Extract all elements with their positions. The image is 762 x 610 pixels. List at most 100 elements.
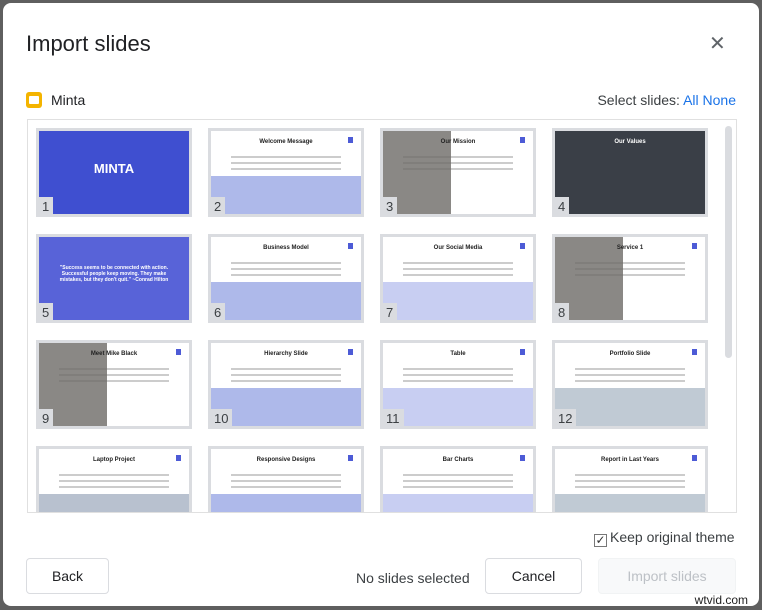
slide-graphic xyxy=(383,388,533,426)
slide-thumbnail[interactable]: Meet Mike Black 9 xyxy=(36,340,192,429)
slide-title: Business Model xyxy=(263,245,309,251)
slide-thumbnail[interactable]: "Success seems to be connected with acti… xyxy=(36,234,192,323)
slide-title: MINTA xyxy=(93,161,135,176)
select-slides-label: Select slides: xyxy=(597,92,680,108)
text-placeholder xyxy=(231,156,341,158)
slide-title: "Success seems to be connected with acti… xyxy=(59,265,169,283)
text-placeholder xyxy=(231,268,341,270)
slide-number: 6 xyxy=(211,303,226,320)
slide-number: 10 xyxy=(211,409,233,426)
slide-thumbnail[interactable]: Hierarchy Slide 10 xyxy=(208,340,364,429)
slide-number: 3 xyxy=(383,197,398,214)
text-placeholder xyxy=(575,368,685,370)
slide-thumbnail[interactable]: Our Social Media 7 xyxy=(380,234,536,323)
slide-thumbnail[interactable]: MINTA 1 xyxy=(36,128,192,217)
slide-thumbnail[interactable]: Laptop Project xyxy=(36,446,192,512)
scrollbar[interactable] xyxy=(725,126,732,358)
text-placeholder xyxy=(59,474,169,476)
select-none-link[interactable]: None xyxy=(703,92,736,108)
slide-graphic xyxy=(211,388,361,426)
watermark: wtvid.com xyxy=(694,593,748,607)
slide-number: 11 xyxy=(383,409,404,426)
slide-number: 5 xyxy=(39,303,54,320)
text-placeholder xyxy=(231,486,341,488)
slide-graphic xyxy=(211,494,361,512)
slide-graphic xyxy=(555,388,705,426)
close-icon[interactable]: ✕ xyxy=(709,31,726,56)
slide-title: Meet Mike Black xyxy=(90,351,138,357)
import-slides-button[interactable]: Import slides xyxy=(598,558,736,594)
slide-title: Our Values xyxy=(614,139,646,145)
text-placeholder xyxy=(59,486,169,488)
keep-theme-label: Keep original theme xyxy=(610,529,735,545)
dialog-title: Import slides xyxy=(26,31,151,56)
text-placeholder xyxy=(403,474,513,476)
slide-thumbnail[interactable]: Our Mission 3 xyxy=(380,128,536,217)
slide-title: Our Social Media xyxy=(433,245,483,251)
text-placeholder xyxy=(59,480,169,482)
slide-graphic xyxy=(39,494,189,512)
text-placeholder xyxy=(231,474,341,476)
slide-thumbnail[interactable]: Bar Charts xyxy=(380,446,536,512)
slide-number: 8 xyxy=(555,303,570,320)
text-placeholder xyxy=(231,274,341,276)
text-placeholder xyxy=(403,274,513,276)
slide-number: 2 xyxy=(211,197,226,214)
keep-theme-option[interactable]: ✓ Keep original theme xyxy=(594,529,735,547)
slide-graphic xyxy=(555,494,705,512)
slide-title: Hierarchy Slide xyxy=(264,351,308,357)
slide-thumbnail[interactable]: Responsive Designs xyxy=(208,446,364,512)
slide-number: 12 xyxy=(555,409,577,426)
google-slides-icon xyxy=(26,92,42,108)
slide-title: Welcome Message xyxy=(259,139,313,145)
text-placeholder xyxy=(231,262,341,264)
text-placeholder xyxy=(575,480,685,482)
text-placeholder xyxy=(403,268,513,270)
text-placeholder xyxy=(403,368,513,370)
import-slides-dialog: Import slides ✕ Minta Select slides: All… xyxy=(3,3,759,606)
select-all-link[interactable]: All xyxy=(683,92,699,108)
text-placeholder xyxy=(575,374,685,376)
text-placeholder xyxy=(231,162,341,164)
cancel-button[interactable]: Cancel xyxy=(485,558,582,594)
text-placeholder xyxy=(231,368,341,370)
text-placeholder xyxy=(231,380,341,382)
text-placeholder xyxy=(403,480,513,482)
slide-thumbnail[interactable]: Service 1 8 xyxy=(552,234,708,323)
slide-thumbnail[interactable]: Our Values 4 xyxy=(552,128,708,217)
slide-thumbnail[interactable]: Portfolio Slide 12 xyxy=(552,340,708,429)
slide-graphic xyxy=(383,282,533,320)
select-slides: Select slides: All None xyxy=(597,92,736,108)
slide-thumbnail[interactable]: Welcome Message 2 xyxy=(208,128,364,217)
text-placeholder xyxy=(575,474,685,476)
keep-theme-checkbox[interactable]: ✓ xyxy=(594,534,607,547)
text-placeholder xyxy=(231,168,341,170)
slide-grid: MINTA 1 Welcome Message 2 Our Mission 3 Our Va… xyxy=(27,119,737,513)
slide-number: 1 xyxy=(39,197,54,214)
selection-status: No slides selected xyxy=(356,570,470,586)
text-placeholder xyxy=(403,380,513,382)
slide-thumbnail[interactable]: Table 11 xyxy=(380,340,536,429)
slide-title: Bar Charts xyxy=(442,457,474,463)
text-placeholder xyxy=(575,486,685,488)
slide-thumbnail[interactable]: Business Model 6 xyxy=(208,234,364,323)
slide-title: Laptop Project xyxy=(92,457,135,463)
slide-graphic xyxy=(383,494,533,512)
text-placeholder xyxy=(403,486,513,488)
slide-graphic xyxy=(211,176,361,214)
slide-graphic xyxy=(211,282,361,320)
slide-number: 9 xyxy=(39,409,54,426)
text-placeholder xyxy=(403,262,513,264)
back-button[interactable]: Back xyxy=(26,558,109,594)
slide-title: Service 1 xyxy=(616,245,644,251)
slide-title: Our Mission xyxy=(440,139,476,145)
presentation-name: Minta xyxy=(51,92,86,108)
slide-title: Report in Last Years xyxy=(601,457,659,463)
slide-title: Table xyxy=(450,351,466,357)
slide-thumbnail[interactable]: Report in Last Years xyxy=(552,446,708,512)
text-placeholder xyxy=(403,374,513,376)
text-placeholder xyxy=(575,380,685,382)
slide-number: 7 xyxy=(383,303,398,320)
slide-title: Portfolio Slide xyxy=(609,351,651,357)
text-placeholder xyxy=(231,374,341,376)
